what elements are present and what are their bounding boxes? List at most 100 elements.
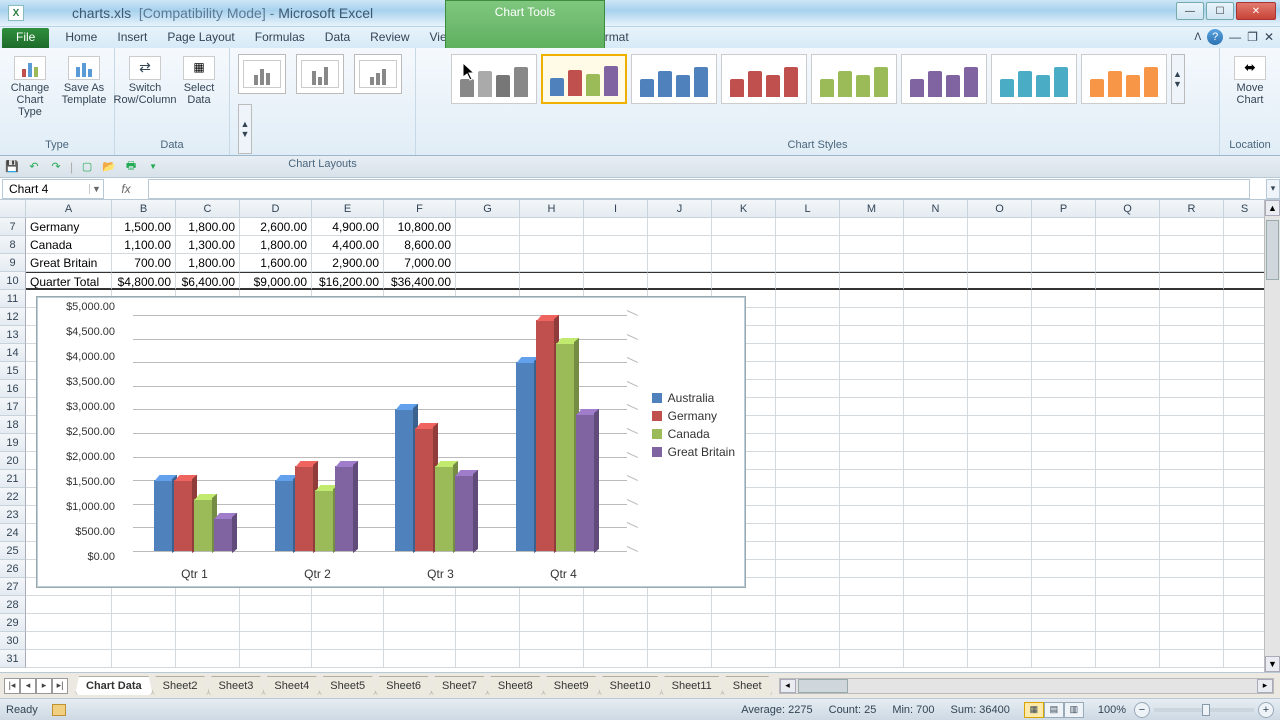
cell-B9[interactable]: 700.00 xyxy=(112,254,176,272)
cell-I31[interactable] xyxy=(584,650,648,668)
cell-G28[interactable] xyxy=(456,596,520,614)
cell-S19[interactable] xyxy=(1224,434,1266,452)
fx-icon[interactable]: fx xyxy=(104,182,148,196)
cell-F7[interactable]: 10,800.00 xyxy=(384,218,456,236)
cell-Q29[interactable] xyxy=(1096,614,1160,632)
print-preview-icon[interactable]: 🖶 xyxy=(123,159,139,175)
cell-G8[interactable] xyxy=(456,236,520,254)
chart-style-2[interactable] xyxy=(541,54,627,104)
cell-L10[interactable] xyxy=(776,272,840,290)
cell-P9[interactable] xyxy=(1032,254,1096,272)
cell-Q13[interactable] xyxy=(1096,326,1160,344)
cell-Q12[interactable] xyxy=(1096,308,1160,326)
scroll-up-icon[interactable]: ▲ xyxy=(1265,200,1280,216)
cell-J29[interactable] xyxy=(648,614,712,632)
macro-record-icon[interactable] xyxy=(52,704,66,716)
cell-R15[interactable] xyxy=(1160,362,1224,380)
cell-A31[interactable] xyxy=(26,650,112,668)
cell-M22[interactable] xyxy=(840,488,904,506)
scroll-down-icon[interactable]: ▼ xyxy=(1265,656,1280,672)
chart-layouts-more[interactable]: ▲▼ xyxy=(238,104,252,154)
cell-M17[interactable] xyxy=(840,398,904,416)
cell-J7[interactable] xyxy=(648,218,712,236)
cell-Q14[interactable] xyxy=(1096,344,1160,362)
cell-Q27[interactable] xyxy=(1096,578,1160,596)
doc-restore-icon[interactable]: ❐ xyxy=(1247,30,1258,44)
cell-K10[interactable] xyxy=(712,272,776,290)
cell-P10[interactable] xyxy=(1032,272,1096,290)
sheet-tab-sheet7[interactable]: Sheet7 xyxy=(431,676,488,695)
cell-Q16[interactable] xyxy=(1096,380,1160,398)
cell-F31[interactable] xyxy=(384,650,456,668)
cell-O20[interactable] xyxy=(968,452,1032,470)
tab-insert[interactable]: Insert xyxy=(107,28,157,48)
cell-D29[interactable] xyxy=(240,614,312,632)
cell-G7[interactable] xyxy=(456,218,520,236)
cell-M8[interactable] xyxy=(840,236,904,254)
cell-Q21[interactable] xyxy=(1096,470,1160,488)
cell-I10[interactable] xyxy=(584,272,648,290)
doc-close-icon[interactable]: ✕ xyxy=(1264,30,1274,44)
sheet-tab-sheet3[interactable]: Sheet3 xyxy=(208,676,265,695)
cell-R10[interactable] xyxy=(1160,272,1224,290)
cell-R8[interactable] xyxy=(1160,236,1224,254)
namebox-dropdown-icon[interactable]: ▼ xyxy=(89,184,103,194)
cell-R9[interactable] xyxy=(1160,254,1224,272)
row-header-16[interactable]: 16 xyxy=(0,380,26,398)
row-header-21[interactable]: 21 xyxy=(0,470,26,488)
cell-P25[interactable] xyxy=(1032,542,1096,560)
chart-style-5[interactable] xyxy=(811,54,897,104)
col-header-G[interactable]: G xyxy=(456,200,520,217)
formula-input[interactable] xyxy=(148,179,1250,199)
chart-layout-1[interactable] xyxy=(238,54,286,94)
cell-H29[interactable] xyxy=(520,614,584,632)
cell-S8[interactable] xyxy=(1224,236,1266,254)
col-header-N[interactable]: N xyxy=(904,200,968,217)
cell-B29[interactable] xyxy=(112,614,176,632)
row-header-20[interactable]: 20 xyxy=(0,452,26,470)
col-header-Q[interactable]: Q xyxy=(1096,200,1160,217)
col-header-K[interactable]: K xyxy=(712,200,776,217)
cell-I29[interactable] xyxy=(584,614,648,632)
col-header-M[interactable]: M xyxy=(840,200,904,217)
cell-O24[interactable] xyxy=(968,524,1032,542)
chart-style-1[interactable] xyxy=(451,54,537,104)
cell-P15[interactable] xyxy=(1032,362,1096,380)
cell-O11[interactable] xyxy=(968,290,1032,308)
cell-R30[interactable] xyxy=(1160,632,1224,650)
cell-L28[interactable] xyxy=(776,596,840,614)
cell-L12[interactable] xyxy=(776,308,840,326)
cell-N31[interactable] xyxy=(904,650,968,668)
row-header-10[interactable]: 10 xyxy=(0,272,26,290)
cell-R20[interactable] xyxy=(1160,452,1224,470)
cell-I8[interactable] xyxy=(584,236,648,254)
cell-J10[interactable] xyxy=(648,272,712,290)
move-chart-button[interactable]: ⬌ MoveChart xyxy=(1226,52,1274,106)
cell-S12[interactable] xyxy=(1224,308,1266,326)
cell-N15[interactable] xyxy=(904,362,968,380)
cell-Q23[interactable] xyxy=(1096,506,1160,524)
cell-S10[interactable] xyxy=(1224,272,1266,290)
cell-L27[interactable] xyxy=(776,578,840,596)
row-header-14[interactable]: 14 xyxy=(0,344,26,362)
cell-N20[interactable] xyxy=(904,452,968,470)
cell-L15[interactable] xyxy=(776,362,840,380)
row-header-24[interactable]: 24 xyxy=(0,524,26,542)
cell-P21[interactable] xyxy=(1032,470,1096,488)
cell-A29[interactable] xyxy=(26,614,112,632)
cell-O13[interactable] xyxy=(968,326,1032,344)
cell-M18[interactable] xyxy=(840,416,904,434)
col-header-J[interactable]: J xyxy=(648,200,712,217)
cell-Q22[interactable] xyxy=(1096,488,1160,506)
chart-style-6[interactable] xyxy=(901,54,987,104)
col-header-I[interactable]: I xyxy=(584,200,648,217)
cell-L31[interactable] xyxy=(776,650,840,668)
row-header-28[interactable]: 28 xyxy=(0,596,26,614)
row-header-25[interactable]: 25 xyxy=(0,542,26,560)
cell-P29[interactable] xyxy=(1032,614,1096,632)
vertical-scrollbar[interactable]: ▲ ▼ xyxy=(1264,200,1280,672)
sheet-tab-sheet5[interactable]: Sheet5 xyxy=(319,676,376,695)
cell-M31[interactable] xyxy=(840,650,904,668)
cell-Q8[interactable] xyxy=(1096,236,1160,254)
cell-L26[interactable] xyxy=(776,560,840,578)
